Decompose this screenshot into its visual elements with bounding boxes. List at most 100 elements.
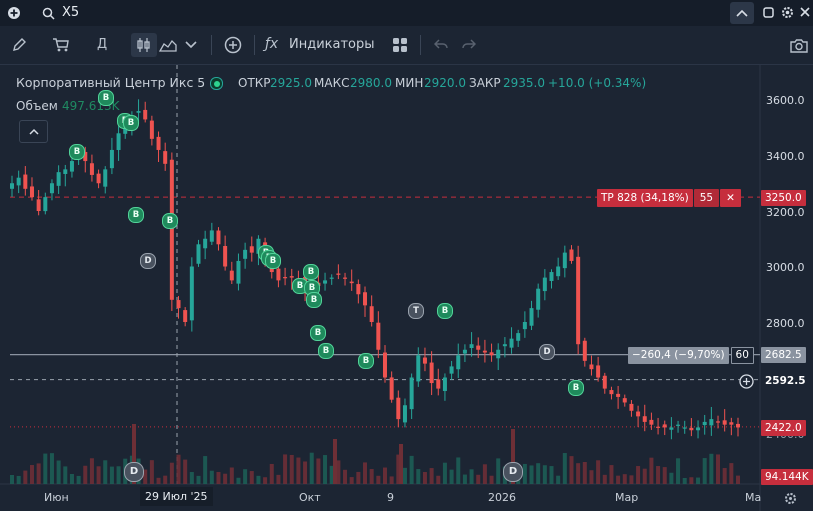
candle-body [376,322,381,350]
candle-body [276,268,281,281]
volume-bar [682,477,687,484]
position-line-label[interactable]: −260,4 (−9,70%) 60 [628,347,754,365]
tp-order-label[interactable]: TP 828 (34,18%) 55 ✕ [597,189,741,207]
buy-marker[interactable]: B [437,303,453,319]
dividend-marker[interactable]: D [503,462,523,482]
volume-bar [416,469,421,484]
dividend-marker[interactable]: D [124,462,144,482]
candle-body [596,365,601,378]
buy-marker[interactable]: B [162,213,178,229]
trade-marker[interactable]: T [408,303,424,319]
volume-bar [149,460,154,484]
volume-bar [76,475,81,484]
add-alert-button[interactable] [738,373,754,389]
candle-body [582,340,587,361]
candle-body [243,249,248,259]
price-chart[interactable] [0,65,813,511]
volume-bar [589,470,594,484]
volume-bar [363,462,368,484]
chart-canvas[interactable] [0,65,813,511]
volume-bar [83,465,88,484]
dividend-marker[interactable]: D [539,344,555,360]
buy-marker[interactable]: B [568,380,584,396]
x-tick: 9 [387,491,394,504]
candle-body [189,266,194,321]
redo-icon[interactable] [460,36,478,54]
close-icon[interactable] [798,5,812,19]
volume-bar [629,475,634,484]
candle-body [163,151,168,164]
volume-bar [229,467,234,484]
volume-bar [709,453,714,484]
volume-bar [69,474,74,484]
volume-bar [249,471,254,484]
buy-marker[interactable]: B [318,343,334,359]
candle-body [522,322,527,330]
candle-body [489,352,494,356]
volume-bar [269,463,274,484]
volume-bar [736,475,740,484]
candle-body [562,252,567,269]
volume-bar [689,477,694,484]
candle-body [609,390,614,395]
buy-marker[interactable]: B [69,144,85,160]
collapse-legend-button[interactable] [19,120,48,143]
settings-icon[interactable] [780,5,794,19]
volume-bar [303,461,308,484]
volume-bar [116,466,121,484]
volume-bar [289,454,294,484]
volume-bar [96,466,101,484]
buy-marker[interactable]: B [306,292,322,308]
volume-bar [576,463,581,484]
undo-icon[interactable] [432,36,450,54]
dividend-marker[interactable]: D [140,253,156,269]
area-chart-icon[interactable] [158,36,178,54]
volume-bar [496,458,501,484]
volume-bar [529,465,534,484]
time-settings-icon[interactable] [783,491,797,505]
volume-bar [10,474,14,484]
grid-layout-icon[interactable] [391,36,409,54]
last-price-tag: 2422.0 [761,420,806,436]
candles-icon[interactable] [131,33,157,57]
buy-marker[interactable]: B [98,90,114,106]
buy-marker[interactable]: B [265,253,281,269]
x-tick: Июн [44,491,69,504]
cart-icon[interactable] [52,36,70,54]
chevron-down-icon[interactable] [184,38,198,52]
search-input[interactable]: X5 [62,5,79,20]
volume-bar [163,475,168,484]
buy-marker[interactable]: B [128,207,144,223]
search-icon[interactable] [40,5,56,21]
volume-bar [542,465,547,484]
candle-body [89,163,94,175]
candle-body [109,149,114,169]
candle-body [569,249,574,261]
candle-body [196,244,201,264]
candle-body [516,333,521,341]
candle-body [343,277,348,279]
camera-icon[interactable] [789,36,809,54]
low-label: МИН [395,76,424,90]
buy-marker[interactable]: B [303,264,319,280]
window-icon[interactable] [762,6,774,18]
add-icon[interactable] [6,5,22,21]
timeframe-button[interactable]: Д [97,37,107,52]
collapse-button[interactable] [730,2,754,24]
volume-bar [676,458,681,484]
volume-bar [109,466,114,484]
buy-marker[interactable]: B [358,353,374,369]
volume-bar [536,463,541,484]
tp-order-close-button[interactable]: ✕ [720,189,741,207]
pencil-icon[interactable] [10,36,28,54]
volume-bar [36,463,41,484]
buy-marker[interactable]: B [310,325,326,341]
cursor-price-tag: 2592.5 [761,373,810,389]
candle-body [536,288,541,310]
candle-body [456,355,461,370]
volume-bar [209,470,214,484]
candle-body [16,177,21,186]
add-circle-icon[interactable] [223,35,243,55]
candle-body [702,421,707,426]
buy-marker[interactable]: B [123,115,139,131]
